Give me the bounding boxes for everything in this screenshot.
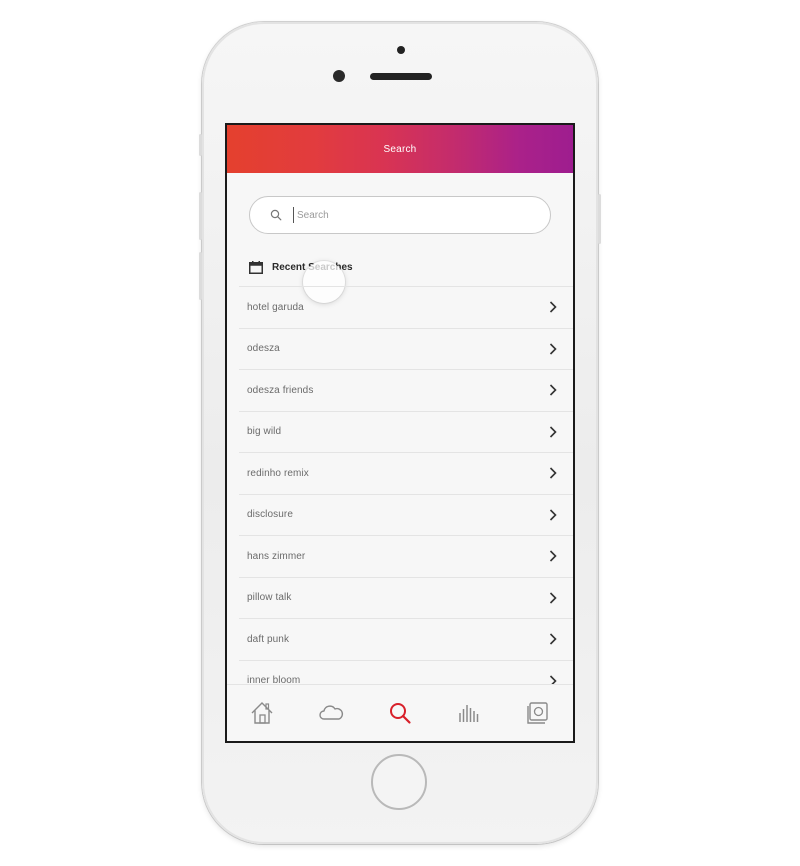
phone-screen: Search Recent Searches (225, 123, 575, 743)
app-screen: Search Recent Searches (227, 125, 573, 741)
list-item[interactable]: hans zimmer (239, 535, 573, 577)
tab-library[interactable] (518, 693, 558, 733)
recent-searches-list: hotel garuda odesza odesza friends big w… (239, 286, 573, 701)
front-camera (397, 46, 405, 54)
tab-cloud[interactable] (311, 693, 351, 733)
chevron-right-icon (549, 384, 557, 396)
bottom-tab-bar (227, 684, 573, 741)
earpiece-speaker (370, 73, 432, 80)
chevron-right-icon (549, 426, 557, 438)
equalizer-icon (459, 705, 479, 722)
search-icon (270, 209, 282, 221)
search-input[interactable] (297, 209, 517, 221)
volume-up-button (199, 192, 202, 240)
proximity-sensor (333, 70, 345, 82)
app-header: Search (227, 125, 573, 173)
list-item[interactable]: odesza friends (239, 369, 573, 411)
tab-search[interactable] (380, 693, 420, 733)
home-button[interactable] (371, 754, 427, 810)
list-item[interactable]: pillow talk (239, 576, 573, 619)
list-item-label: hans zimmer (247, 550, 306, 562)
page-title: Search (383, 143, 417, 155)
cloud-icon (319, 705, 343, 720)
list-item-label: hotel garuda (247, 301, 304, 313)
chevron-right-icon (549, 550, 557, 562)
list-item-label: disclosure (247, 509, 294, 521)
list-item[interactable]: disclosure (239, 493, 573, 536)
chevron-right-icon (549, 301, 557, 313)
list-item[interactable]: odesza (239, 327, 573, 370)
chevron-right-icon (549, 633, 557, 645)
chevron-right-icon (549, 509, 557, 521)
tab-charts[interactable] (449, 693, 489, 733)
list-item-label: big wild (247, 426, 282, 438)
volume-down-button (199, 252, 202, 300)
phone-frame: Search Recent Searches (199, 22, 601, 844)
chevron-right-icon (549, 467, 557, 479)
search-bar[interactable] (249, 196, 551, 234)
mute-switch (199, 134, 202, 156)
home-icon (251, 702, 273, 724)
list-item-label: daft punk (247, 633, 290, 645)
list-item[interactable]: hotel garuda (239, 286, 573, 328)
chevron-right-icon (549, 592, 557, 604)
tab-home[interactable] (242, 693, 282, 733)
list-item-label: redinho remix (247, 467, 309, 479)
list-item[interactable]: big wild (239, 410, 573, 453)
list-item-label: odesza (247, 343, 280, 355)
list-item[interactable]: redinho remix (239, 452, 573, 494)
library-icon (527, 702, 549, 724)
power-button (598, 194, 601, 244)
list-item-label: odesza friends (247, 384, 314, 396)
list-item[interactable]: daft punk (239, 618, 573, 660)
chevron-right-icon (549, 343, 557, 355)
text-cursor (293, 207, 294, 223)
list-item-label: pillow talk (247, 592, 292, 604)
search-icon (389, 703, 411, 724)
calendar-icon (249, 260, 263, 274)
